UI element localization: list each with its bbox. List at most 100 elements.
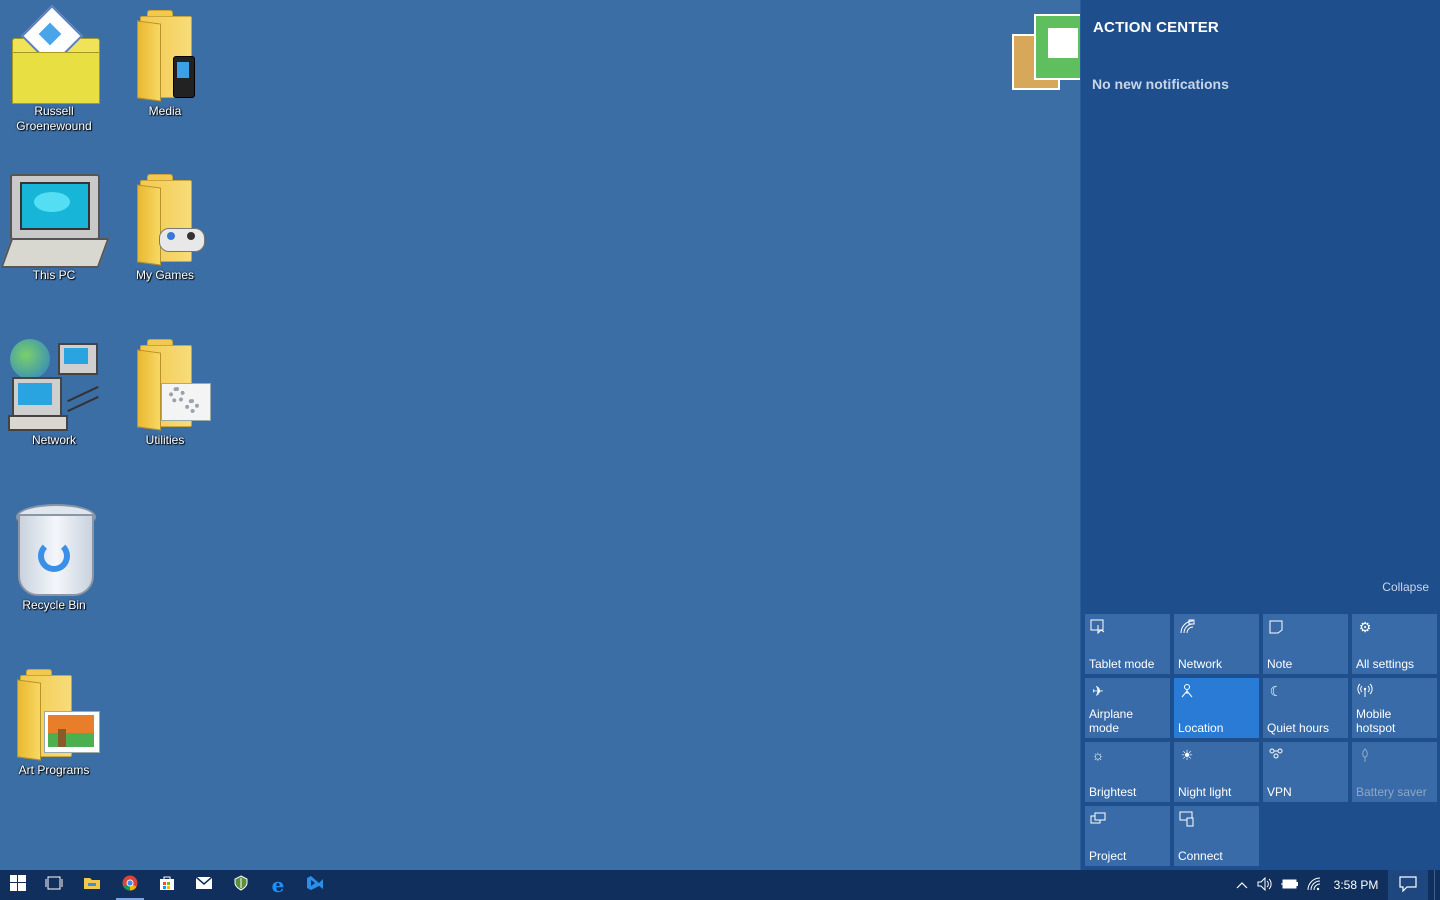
mail-icon	[195, 876, 213, 894]
shield-app-button[interactable]	[223, 870, 259, 900]
quick-action-label: Quiet hours	[1267, 721, 1330, 735]
user-folder-icon	[4, 4, 104, 104]
media-folder-icon	[115, 8, 215, 104]
quick-action-label: Mobile hotspot	[1356, 707, 1396, 735]
connect-icon	[1178, 810, 1196, 828]
quick-action-label: Location	[1178, 721, 1224, 735]
moon-icon: ☾	[1269, 683, 1283, 699]
recycle-bin-icon	[4, 502, 104, 598]
quick-action-label: Connect	[1178, 849, 1223, 863]
desktop-icon-user-folder[interactable]: Russell Groenewound	[4, 4, 104, 134]
battery-saver-icon	[1356, 746, 1374, 764]
desktop-icon-label: Utilities	[145, 433, 185, 447]
chrome-icon	[122, 875, 138, 896]
start-button[interactable]	[0, 870, 36, 900]
desktop-icon-label: My Games	[135, 268, 194, 282]
mail-button[interactable]	[186, 870, 222, 900]
quick-action-label: Note	[1267, 657, 1293, 671]
quick-action-label: VPN	[1267, 785, 1292, 799]
quick-action-project[interactable]: Project	[1085, 806, 1170, 866]
battery-icon	[1281, 878, 1299, 893]
store-button[interactable]	[149, 870, 185, 900]
task-view-icon	[45, 876, 63, 895]
volume-button[interactable]	[1254, 870, 1276, 900]
show-hidden-icons-button[interactable]	[1232, 870, 1252, 900]
quick-action-location[interactable]: Location	[1174, 678, 1259, 738]
visual-studio-button[interactable]	[297, 870, 333, 900]
chevron-up-icon	[1236, 878, 1248, 892]
wifi-icon	[1307, 877, 1323, 894]
taskbar-clock[interactable]: 3:58 PM	[1330, 870, 1382, 900]
quick-action-brightness[interactable]: ☼ Brightest	[1085, 742, 1170, 802]
desktop-icon-recycle-bin[interactable]: Recycle Bin	[4, 502, 104, 613]
desktop-icon-label: Media	[148, 104, 182, 118]
quick-action-tablet-mode[interactable]: Tablet mode	[1085, 614, 1170, 674]
desktop-icon-network[interactable]: Network	[4, 337, 104, 448]
desktop-icon-my-games[interactable]: My Games	[115, 172, 215, 283]
quick-action-quiet-hours[interactable]: ☾ Quiet hours	[1263, 678, 1348, 738]
desktop-icon-label: Recycle Bin	[22, 598, 86, 612]
quick-actions-grid: Tablet mode Network Note ⚙ All settings …	[1085, 614, 1437, 866]
location-icon	[1178, 682, 1196, 700]
quick-action-label: All settings	[1356, 657, 1415, 671]
visual-studio-icon	[306, 875, 324, 896]
no-notifications-message: No new notifications	[1092, 76, 1229, 92]
folder-icon	[83, 876, 101, 895]
quick-action-note[interactable]: Note	[1263, 614, 1348, 674]
desktop-icon-label: Art Programs	[18, 763, 90, 777]
quick-action-label: Airplane mode	[1089, 707, 1134, 735]
show-desktop-button[interactable]	[1434, 870, 1440, 900]
file-explorer-button[interactable]	[74, 870, 110, 900]
settings-gear-icon: ⚙	[1358, 619, 1372, 635]
quick-action-label: Night light	[1178, 785, 1232, 799]
quick-action-all-settings[interactable]: ⚙ All settings	[1352, 614, 1437, 674]
desktop-icon-media[interactable]: Media	[115, 8, 215, 119]
quick-action-vpn[interactable]: VPN	[1263, 742, 1348, 802]
collapse-link[interactable]: Collapse	[1382, 580, 1429, 594]
quick-action-label: Battery saver	[1356, 785, 1427, 799]
project-icon	[1089, 810, 1107, 828]
speaker-icon	[1257, 876, 1273, 894]
this-pc-icon	[0, 172, 110, 268]
quick-action-label: Network	[1178, 657, 1223, 671]
desktop-icon-art-programs[interactable]: Art Programs	[4, 667, 104, 778]
quick-action-battery-saver[interactable]: Battery saver	[1352, 742, 1437, 802]
photo-app-desktop-icon[interactable]	[1012, 12, 1090, 90]
night-light-icon: ☀	[1180, 747, 1194, 763]
quick-action-mobile-hotspot[interactable]: Mobile hotspot	[1352, 678, 1437, 738]
edge-icon: e	[271, 873, 285, 897]
desktop-icon-label: This PC	[32, 268, 76, 282]
desktop-icon-this-pc[interactable]: This PC	[0, 172, 110, 283]
task-view-button[interactable]	[36, 870, 72, 900]
edge-button[interactable]: e	[260, 870, 296, 900]
vpn-icon	[1267, 746, 1285, 764]
action-center-panel: ACTION CENTER No new notifications Colla…	[1080, 0, 1440, 870]
quick-action-network[interactable]: Network	[1174, 614, 1259, 674]
desktop-icon-utilities[interactable]: Utilities	[115, 337, 215, 448]
notification-icon	[1399, 875, 1417, 895]
desktop-icon-label: Network	[31, 433, 76, 447]
brightness-icon: ☼	[1091, 747, 1105, 763]
wifi-button[interactable]	[1304, 870, 1326, 900]
tablet-mode-icon	[1089, 618, 1107, 636]
quick-action-connect[interactable]: Connect	[1174, 806, 1259, 866]
games-folder-icon	[115, 172, 215, 268]
utilities-folder-icon	[115, 337, 215, 433]
desktop-icon-label: Russell Groenewound	[16, 104, 92, 133]
battery-button[interactable]	[1278, 870, 1302, 900]
quick-action-label: Brightest	[1089, 785, 1137, 799]
network-icon	[1178, 618, 1196, 636]
taskbar: e 3:58 PM	[0, 870, 1440, 900]
action-center-button[interactable]	[1388, 870, 1428, 900]
note-icon	[1267, 618, 1285, 636]
network-places-icon	[4, 337, 104, 433]
quick-action-airplane-mode[interactable]: ✈ Airplane mode	[1085, 678, 1170, 738]
art-folder-icon	[4, 667, 104, 763]
quick-action-label: Tablet mode	[1089, 657, 1155, 671]
airplane-icon: ✈	[1092, 683, 1104, 699]
hotspot-icon	[1356, 682, 1374, 700]
shield-app-icon	[233, 874, 249, 896]
action-center-title: ACTION CENTER	[1093, 19, 1219, 36]
chrome-button[interactable]	[112, 870, 148, 900]
quick-action-night-light[interactable]: ☀ Night light	[1174, 742, 1259, 802]
